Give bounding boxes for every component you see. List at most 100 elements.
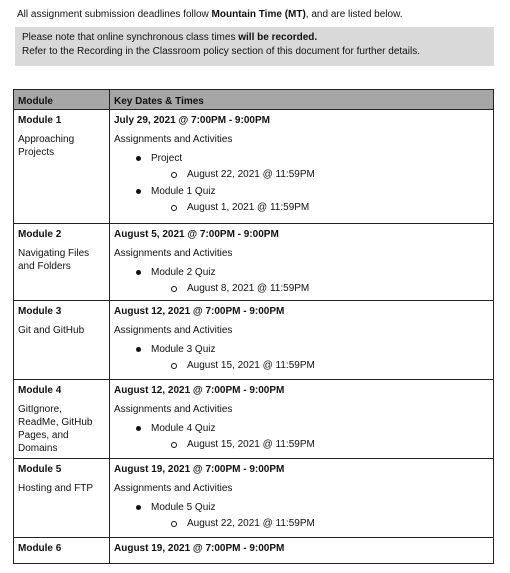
deadline-list: August 22, 2021 @ 11:59PM — [151, 517, 489, 530]
table-row: Module 3 Git and GitHub August 12, 2021 @ … — [13, 300, 494, 380]
module-number: Module 1 — [18, 115, 62, 126]
assignment-label: Module 5 Quiz — [151, 502, 216, 513]
header-key-dates: Key Dates & Times — [109, 89, 494, 110]
module-title: Approaching Projects — [18, 134, 75, 158]
deadline-list: August 1, 2021 @ 11:59PM — [151, 201, 489, 214]
note-line-1-prefix: Please note that online synchronous clas… — [22, 32, 239, 43]
assignments-heading: Assignments and Activities — [114, 325, 233, 336]
module-number: Module 2 — [18, 229, 62, 240]
table-row: Module 4 GitIgnore, ReadMe, GitHub Pages,… — [13, 379, 494, 459]
bullet-circle-icon — [171, 286, 177, 292]
key-dates-cell: July 29, 2021 @ 7:00PM - 9:00PM Assignmen… — [109, 109, 494, 224]
class-session-date: August 19, 2021 @ 7:00PM - 9:00PM — [114, 464, 285, 475]
assignments-heading: Assignments and Activities — [114, 404, 233, 415]
assignments-heading: Assignments and Activities — [114, 483, 233, 494]
note-line-1: Please note that online synchronous clas… — [22, 31, 488, 45]
module-title: Hosting and FTP — [18, 483, 94, 494]
deadline-item: August 15, 2021 @ 11:59PM — [151, 438, 489, 451]
assignment-list: Module 4 Quiz August 15, 2021 @ 11:59PM — [114, 422, 489, 451]
assignment-item: Project August 22, 2021 @ 11:59PM — [114, 152, 489, 181]
module-title: GitIgnore, ReadMe, GitHub Pages, and Dom… — [18, 404, 93, 454]
module-title: Git and GitHub — [18, 325, 85, 336]
assignment-item: Module 1 Quiz August 1, 2021 @ 11:59PM — [114, 185, 489, 214]
assignments-heading: Assignments and Activities — [114, 134, 233, 145]
table-row: Module 5 Hosting and FTP August 19, 2021 @… — [13, 458, 494, 538]
intro-timezone: Mountain Time (MT) — [211, 9, 306, 20]
deadline-list: August 15, 2021 @ 11:59PM — [151, 438, 489, 451]
deadline-date: August 22, 2021 @ 11:59PM — [187, 169, 315, 180]
header-module: Module — [13, 89, 110, 110]
deadline-item: August 1, 2021 @ 11:59PM — [151, 201, 489, 214]
module-title: Navigating Files and Folders — [18, 248, 90, 272]
deadline-item: August 22, 2021 @ 11:59PM — [151, 517, 489, 530]
key-dates-cell: August 12, 2021 @ 7:00PM - 9:00PM Assignm… — [109, 379, 494, 459]
deadline-list: August 22, 2021 @ 11:59PM — [151, 168, 489, 181]
deadline-date: August 22, 2021 @ 11:59PM — [187, 518, 315, 529]
intro-suffix: , and are listed below. — [305, 9, 403, 20]
assignment-list: Module 3 Quiz August 15, 2021 @ 11:59PM — [114, 343, 489, 372]
assignments-heading: Assignments and Activities — [114, 248, 233, 259]
note-line-2: Refer to the Recording in the Classroom … — [22, 46, 420, 57]
class-session-date: August 12, 2021 @ 7:00PM - 9:00PM — [114, 306, 285, 317]
schedule-table: Module Key Dates & Times Module 1 Approac… — [13, 89, 494, 564]
key-dates-cell: August 19, 2021 @ 7:00PM - 9:00PM — [109, 537, 494, 564]
deadline-date: August 15, 2021 @ 11:59PM — [187, 439, 315, 450]
module-cell: Module 4 GitIgnore, ReadMe, GitHub Pages,… — [13, 379, 110, 459]
class-session-date: August 5, 2021 @ 7:00PM - 9:00PM — [114, 229, 279, 240]
module-number: Module 4 — [18, 385, 62, 396]
intro-text: All assignment submission deadlines foll… — [17, 9, 403, 20]
assignment-label: Project — [151, 153, 183, 164]
deadline-list: August 8, 2021 @ 11:59PM — [151, 282, 489, 295]
assignment-label: Module 2 Quiz — [151, 267, 216, 278]
class-session-date: July 29, 2021 @ 7:00PM - 9:00PM — [114, 115, 270, 126]
table-row: Module 2 Navigating Files and Folders Augu… — [13, 223, 494, 301]
bullet-circle-icon — [171, 205, 177, 211]
bullet-dot-icon — [136, 347, 141, 352]
table-row: Module 6 August 19, 2021 @ 7:00PM - 9:00P… — [13, 537, 494, 564]
module-number: Module 5 — [18, 464, 62, 475]
assignment-label: Module 3 Quiz — [151, 344, 216, 355]
note-line-1-bold: will be recorded. — [238, 32, 318, 43]
assignment-list: Project August 22, 2021 @ 11:59PM Module 1… — [114, 152, 489, 214]
assignment-label: Module 4 Quiz — [151, 423, 216, 434]
module-cell: Module 6 — [13, 537, 110, 564]
bullet-dot-icon — [136, 505, 141, 510]
bullet-circle-icon — [171, 442, 177, 448]
bullet-dot-icon — [136, 156, 141, 161]
bullet-circle-icon — [171, 521, 177, 527]
bullet-circle-icon — [171, 172, 177, 178]
key-dates-cell: August 19, 2021 @ 7:00PM - 9:00PM Assignm… — [109, 458, 494, 538]
bullet-circle-icon — [171, 363, 177, 369]
module-cell: Module 5 Hosting and FTP — [13, 458, 110, 538]
assignment-item: Module 4 Quiz August 15, 2021 @ 11:59PM — [114, 422, 489, 451]
module-number: Module 3 — [18, 306, 62, 317]
table-row: Module 1 Approaching Projects July 29, 202… — [13, 109, 494, 224]
assignment-list: Module 2 Quiz August 8, 2021 @ 11:59PM — [114, 266, 489, 295]
assignment-item: Module 5 Quiz August 22, 2021 @ 11:59PM — [114, 501, 489, 530]
intro-prefix: All assignment submission deadlines foll… — [17, 9, 212, 20]
deadline-date: August 15, 2021 @ 11:59PM — [187, 360, 315, 371]
deadline-item: August 15, 2021 @ 11:59PM — [151, 359, 489, 372]
deadline-item: August 8, 2021 @ 11:59PM — [151, 282, 489, 295]
assignment-label: Module 1 Quiz — [151, 186, 216, 197]
module-cell: Module 2 Navigating Files and Folders — [13, 223, 110, 301]
assignment-item: Module 2 Quiz August 8, 2021 @ 11:59PM — [114, 266, 489, 295]
module-cell: Module 1 Approaching Projects — [13, 109, 110, 224]
bullet-dot-icon — [136, 189, 141, 194]
assignment-list: Module 5 Quiz August 22, 2021 @ 11:59PM — [114, 501, 489, 530]
recording-note: Please note that online synchronous clas… — [15, 27, 494, 66]
key-dates-cell: August 5, 2021 @ 7:00PM - 9:00PM Assignme… — [109, 223, 494, 301]
key-dates-cell: August 12, 2021 @ 7:00PM - 9:00PM Assignm… — [109, 300, 494, 380]
deadline-date: August 1, 2021 @ 11:59PM — [187, 202, 310, 213]
deadline-list: August 15, 2021 @ 11:59PM — [151, 359, 489, 372]
bullet-dot-icon — [136, 270, 141, 275]
class-session-date: August 12, 2021 @ 7:00PM - 9:00PM — [114, 385, 285, 396]
deadline-date: August 8, 2021 @ 11:59PM — [187, 283, 310, 294]
module-cell: Module 3 Git and GitHub — [13, 300, 110, 380]
class-session-date: August 19, 2021 @ 7:00PM - 9:00PM — [114, 543, 285, 554]
bullet-dot-icon — [136, 426, 141, 431]
table-header-row: Module Key Dates & Times — [13, 89, 494, 110]
module-number: Module 6 — [18, 543, 62, 554]
assignment-item: Module 3 Quiz August 15, 2021 @ 11:59PM — [114, 343, 489, 372]
deadline-item: August 22, 2021 @ 11:59PM — [151, 168, 489, 181]
